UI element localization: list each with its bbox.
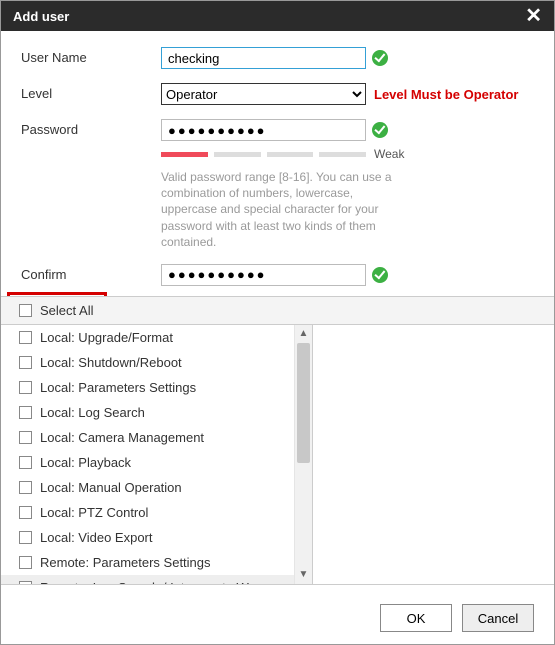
permission-item[interactable]: Local: Parameters Settings [1,375,294,400]
select-all-label: Select All [40,303,93,318]
permission-item[interactable]: Local: Log Search [1,400,294,425]
scrollbar[interactable]: ▲ ▼ [294,325,312,584]
cancel-button[interactable]: Cancel [462,604,534,632]
label-username: User Name [21,47,161,65]
permission-checkbox[interactable] [19,506,32,519]
permission-checkbox[interactable] [19,531,32,544]
scroll-down-icon[interactable]: ▼ [295,566,312,584]
permission-item[interactable]: Local: Upgrade/Format [1,325,294,350]
permission-label: Local: Parameters Settings [40,380,196,395]
permission-checkbox[interactable] [19,556,32,569]
scroll-thumb[interactable] [297,343,310,463]
permission-label: Local: Manual Operation [40,480,182,495]
annotation-level: Level Must be Operator [374,87,518,102]
strength-bar [214,152,261,157]
permission-item[interactable]: Local: Shutdown/Reboot [1,350,294,375]
permission-label: Local: Video Export [40,530,153,545]
permission-label: Remote: Parameters Settings [40,555,211,570]
permission-checkbox[interactable] [19,456,32,469]
permission-label: Local: Playback [40,455,131,470]
row-strength: Weak [21,147,534,161]
password-strength-meter [161,152,366,157]
permission-label: Local: PTZ Control [40,505,148,520]
strength-label: Weak [374,147,404,161]
permission-checkbox[interactable] [19,381,32,394]
row-username: User Name [21,47,534,69]
ok-button[interactable]: OK [380,604,452,632]
check-icon [372,122,388,138]
permission-label: Remote: Log Search / Interrogate Wor... [40,580,270,584]
scroll-up-icon[interactable]: ▲ [295,325,312,343]
label-password: Password [21,119,161,137]
label-level: Level [21,83,161,101]
level-select[interactable]: Operator [161,83,366,105]
row-password: Password [21,119,534,141]
permission-item[interactable]: Local: PTZ Control [1,500,294,525]
strength-bar [319,152,366,157]
permission-label: Local: Camera Management [40,430,204,445]
check-icon [372,267,388,283]
permission-item[interactable]: Local: Playback [1,450,294,475]
row-confirm: Confirm [21,264,534,286]
permission-label: Local: Log Search [40,405,145,420]
row-level: Level Operator Level Must be Operator [21,83,534,105]
check-icon [372,50,388,66]
password-input[interactable] [161,119,366,141]
permissions-area: Local: Upgrade/Format Local: Shutdown/Reb… [1,325,554,585]
password-hint: Valid password range [8-16]. You can use… [161,169,401,250]
close-icon[interactable]: ✕ [525,6,542,26]
permission-label: Local: Upgrade/Format [40,330,173,345]
label-confirm: Confirm [21,264,161,282]
permission-checkbox[interactable] [19,406,32,419]
titlebar: Add user ✕ [1,1,554,31]
username-input[interactable] [161,47,366,69]
select-all-checkbox[interactable] [19,304,32,317]
select-all-bar: Select All [1,296,554,325]
permission-checkbox[interactable] [19,431,32,444]
permission-item[interactable]: Remote: Log Search / Interrogate Wor... [1,575,294,584]
permissions-right-panel [313,325,554,584]
permissions-list[interactable]: Local: Upgrade/Format Local: Shutdown/Reb… [1,325,294,584]
add-user-dialog: Add user ✕ Click Twice to unselect Every… [0,0,555,645]
strength-bar [267,152,314,157]
dialog-body: User Name Level Operator Level Must be O… [1,31,554,585]
dialog-title: Add user [13,9,69,24]
row-hint: Valid password range [8-16]. You can use… [21,165,534,250]
permission-item[interactable]: Remote: Parameters Settings [1,550,294,575]
permission-label: Local: Shutdown/Reboot [40,355,182,370]
permission-checkbox[interactable] [19,581,32,584]
permission-item[interactable]: Local: Camera Management [1,425,294,450]
permissions-left-panel: Local: Upgrade/Format Local: Shutdown/Reb… [1,325,313,584]
permission-checkbox[interactable] [19,356,32,369]
scroll-track[interactable] [295,343,312,566]
strength-bar [161,152,208,157]
permission-item[interactable]: Local: Manual Operation [1,475,294,500]
permission-item[interactable]: Local: Video Export [1,525,294,550]
dialog-footer: OK Cancel [380,604,534,632]
permission-checkbox[interactable] [19,331,32,344]
permission-checkbox[interactable] [19,481,32,494]
confirm-password-input[interactable] [161,264,366,286]
